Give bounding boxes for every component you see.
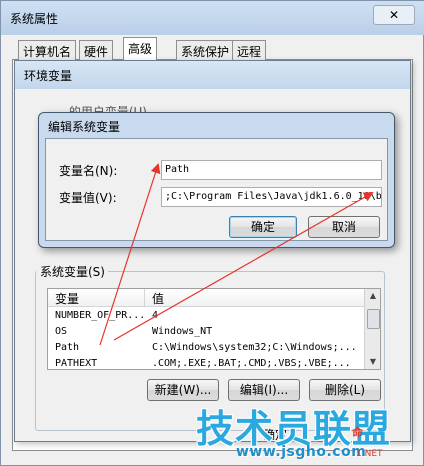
ok-button[interactable]: 确定 [229, 216, 297, 238]
system-properties-titlebar[interactable] [1, 1, 424, 35]
variable-value: C:\Windows\system32;C:\Windows;... [152, 342, 357, 353]
system-variables-table[interactable]: 变量 值 NUMBER_OF_PR... 4 OS Windows_NT Pat… [47, 288, 381, 370]
column-header-value[interactable]: 值 [152, 290, 164, 307]
system-variables-label: 系统变量(S) [37, 263, 108, 280]
vertical-scrollbar[interactable]: ▲ ▼ [364, 289, 380, 369]
tab-computer-name[interactable]: 计算机名 [18, 40, 77, 60]
variable-name: NUMBER_OF_PR... [55, 310, 146, 321]
table-row[interactable]: PATHEXT .COM;.EXE;.BAT;.CMD;.VBS;.VBE;..… [48, 356, 364, 369]
environment-variables-titlebar[interactable] [15, 61, 410, 89]
table-row[interactable]: OS Windows_NT [48, 324, 364, 340]
variable-value: .COM;.EXE;.BAT;.CMD;.VBS;.VBE;... [152, 358, 351, 369]
watermark-url: www.jsgho.com [236, 444, 367, 460]
scroll-thumb[interactable] [367, 309, 380, 329]
variable-name: PATHEXT [55, 358, 98, 369]
column-divider[interactable] [144, 289, 145, 306]
system-properties-title: 系统属性 [10, 12, 59, 26]
variable-value-label: 变量值(V): [59, 191, 117, 205]
table-row[interactable]: NUMBER_OF_PR... 4 [48, 308, 364, 324]
variable-value: Windows_NT [152, 326, 213, 337]
watermark-small-url: 1.NET [356, 449, 383, 459]
variable-name-label: 变量名(N): [59, 164, 118, 178]
column-header-variable[interactable]: 变量 [55, 290, 79, 307]
variable-value: 4 [152, 310, 159, 321]
variable-value-input[interactable]: ;C:\Program Files\Java\jdk1.6.0_10\bi [161, 187, 382, 207]
edit-system-variable-dialog: 编辑系统变量 变量名(N): Path 变量值(V): ;C:\Program … [38, 112, 395, 248]
tab-hardware[interactable]: 硬件 [79, 40, 114, 60]
table-row[interactable]: Path C:\Windows\system32;C:\Windows;... [48, 340, 364, 356]
tab-advanced[interactable]: 高级 [123, 37, 158, 61]
scroll-down-icon[interactable]: ▼ [365, 355, 380, 369]
environment-variables-title: 环境变量 [24, 69, 73, 83]
variable-name: Path [55, 342, 80, 353]
scroll-up-icon[interactable]: ▲ [365, 289, 380, 303]
variable-name: OS [55, 326, 68, 337]
watermark-small-mark: 命 [352, 426, 363, 439]
cancel-button[interactable]: 取消 [308, 216, 380, 238]
table-header: 变量 值 [48, 289, 364, 307]
variable-name-input[interactable]: Path [161, 160, 382, 180]
edit-dialog-body: 变量名(N): Path 变量值(V): ;C:\Program Files\J… [45, 138, 388, 241]
tab-remote[interactable]: 远程 [232, 40, 267, 60]
tab-system-protection[interactable]: 系统保护 [176, 40, 235, 60]
edit-dialog-title: 编辑系统变量 [48, 120, 121, 134]
close-button[interactable]: ✕ [373, 5, 415, 25]
